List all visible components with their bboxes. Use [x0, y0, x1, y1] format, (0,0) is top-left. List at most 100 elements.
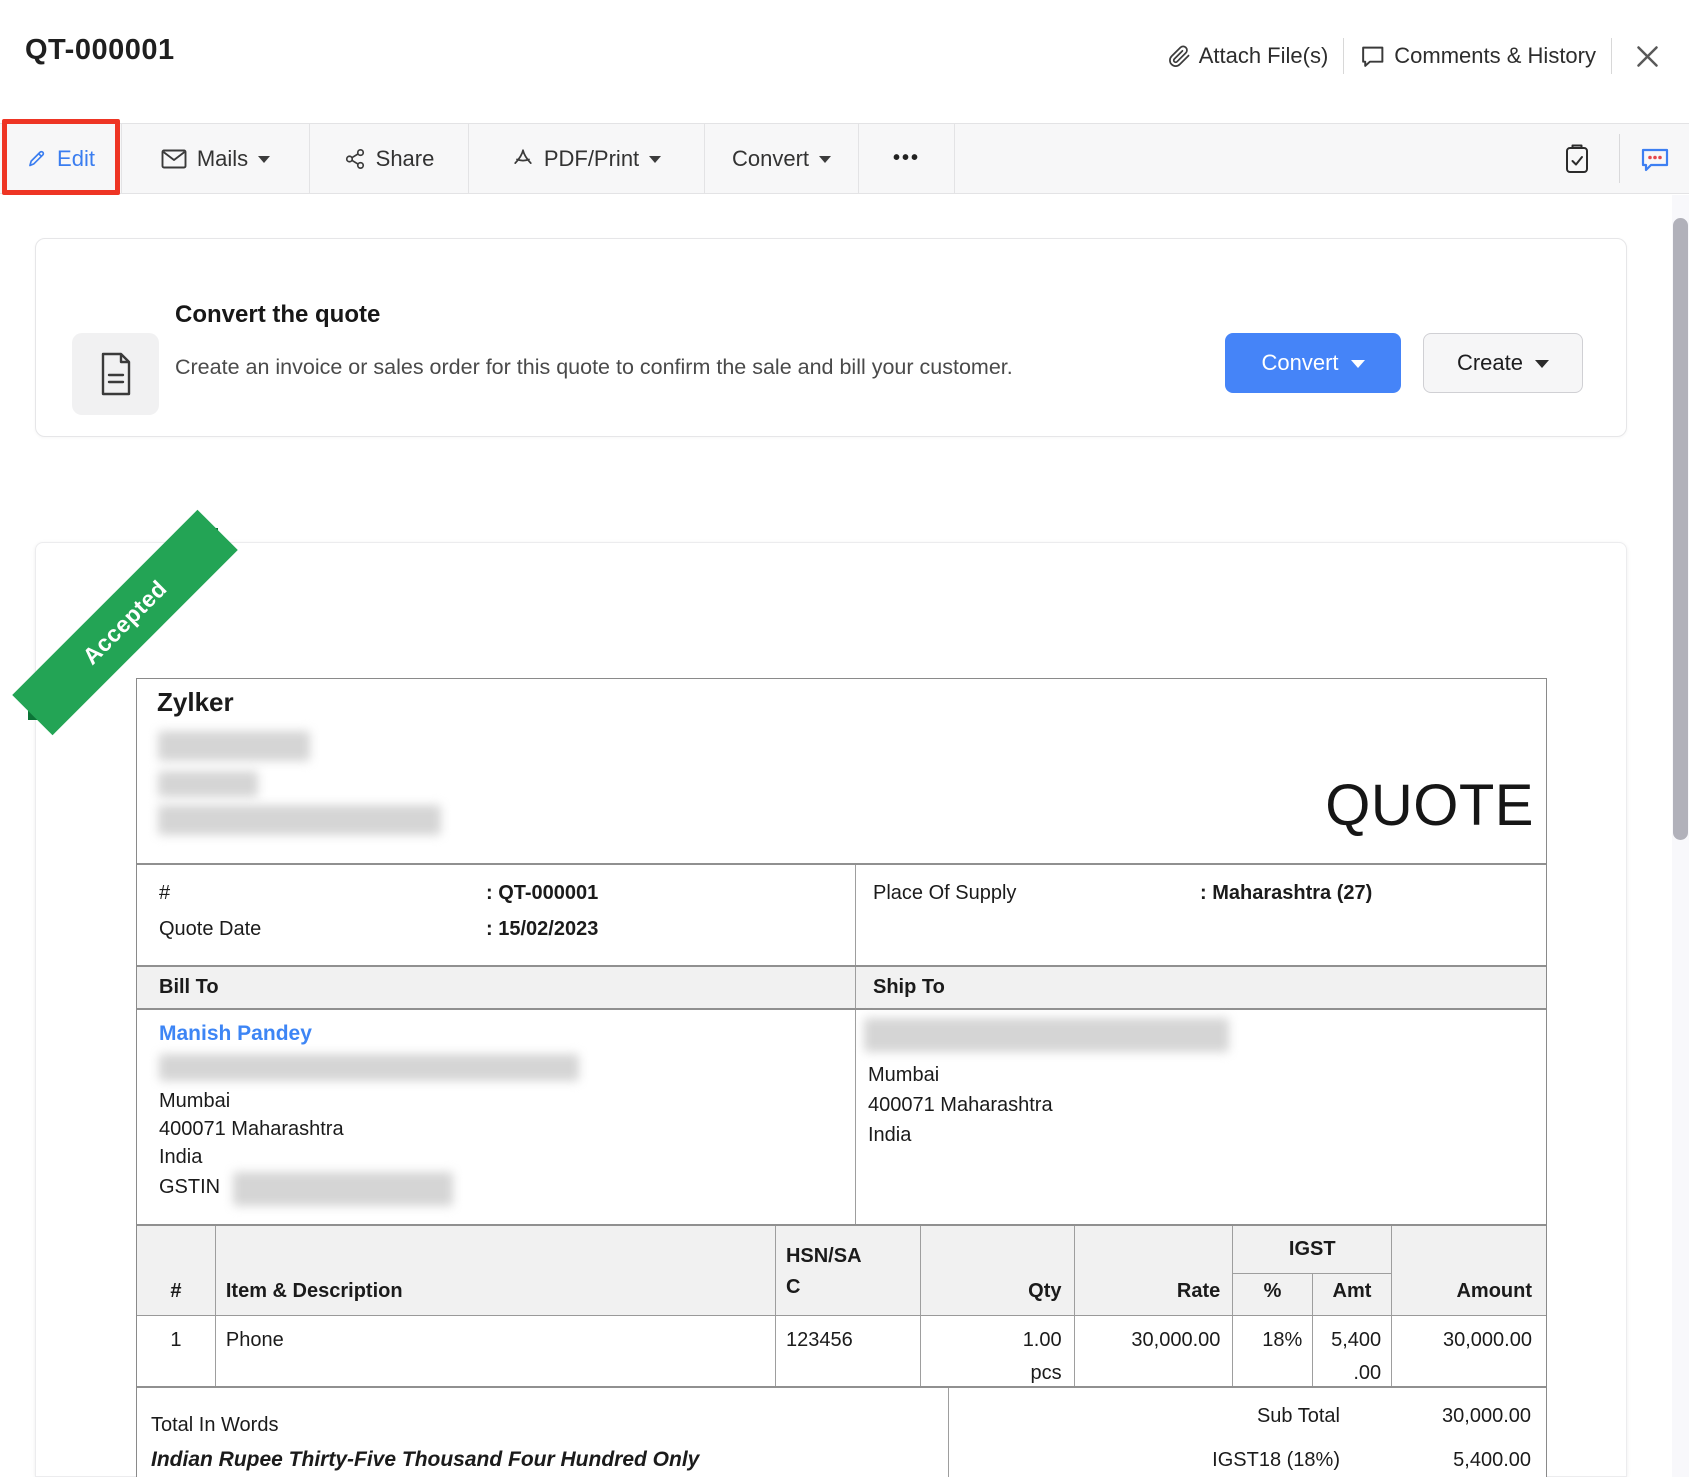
- paper-header: Zylker QUOTE: [137, 679, 1546, 865]
- place-of-supply-value: : Maharashtra (27): [1200, 882, 1373, 904]
- toolbar: Edit Mails Share PDF/Print Convert •••: [0, 123, 1689, 194]
- convert-menu-button[interactable]: Convert: [705, 124, 859, 193]
- gstin-label: GSTIN: [159, 1176, 221, 1198]
- quote-details-left: # : QT-000001 Quote Date : 15/02/2023: [137, 865, 856, 965]
- bill-to-country: India: [159, 1146, 203, 1168]
- pdf-print-button[interactable]: PDF/Print: [469, 124, 705, 193]
- create-button[interactable]: Create: [1423, 333, 1583, 393]
- column-igst-amt: Amt: [1332, 1280, 1372, 1302]
- igst-value: 5,400.00: [1453, 1448, 1531, 1471]
- more-actions-button[interactable]: •••: [859, 124, 955, 193]
- mails-button[interactable]: Mails: [122, 124, 310, 193]
- chevron-down-icon: [819, 156, 832, 163]
- convert-banner: Convert the quote Create an invoice or s…: [35, 238, 1627, 437]
- customer-name-link[interactable]: Manish Pandey: [159, 1022, 312, 1046]
- company-name: Zylker: [157, 687, 234, 717]
- close-icon: [1634, 43, 1661, 70]
- column-qty: Qty: [919, 1226, 1074, 1315]
- pencil-icon: [26, 148, 47, 169]
- chevron-down-icon: [1535, 360, 1550, 368]
- create-button-label: Create: [1456, 350, 1524, 375]
- share-icon: [344, 147, 366, 171]
- item-row: 1 Phone 123456 1.00 pcs 30,000.00 18% 5,…: [137, 1316, 1546, 1388]
- share-label: Share: [375, 145, 435, 171]
- subtotal-label: Sub Total: [1256, 1404, 1340, 1427]
- ship-to-city: Mumbai: [868, 1064, 940, 1086]
- pdf-print-label: PDF/Print: [543, 145, 640, 171]
- attach-files-button[interactable]: Attach File(s): [1168, 43, 1329, 69]
- column-amount: Amount: [1391, 1226, 1546, 1315]
- ship-to-country: India: [868, 1124, 912, 1146]
- redacted-address-line: [158, 805, 441, 835]
- bill-to-heading: Bill To: [137, 967, 856, 1008]
- item-igst-amt: 5,400 .00: [1312, 1316, 1391, 1386]
- ship-to-heading: Ship To: [873, 976, 945, 998]
- chevron-down-icon: [258, 156, 271, 163]
- convert-button[interactable]: Convert: [1225, 333, 1401, 393]
- envelope-icon: [161, 149, 187, 169]
- banner-description: Create an invoice or sales order for thi…: [175, 355, 1013, 379]
- share-button[interactable]: Share: [310, 124, 469, 193]
- totals-cell: Sub Total 30,000.00 IGST18 (18%) 5,400.0…: [949, 1388, 1546, 1477]
- header-bar: QT-000001 Attach File(s) Comments & Hist…: [0, 0, 1689, 112]
- header-actions: Attach File(s) Comments & History: [1168, 0, 1667, 112]
- bill-to-city: Mumbai: [159, 1090, 231, 1112]
- column-igst-group: IGST % Amt: [1232, 1226, 1392, 1315]
- item-igst-pct: 18%: [1232, 1316, 1312, 1386]
- chat-dots-icon: [1639, 144, 1671, 174]
- quote-details-right: Place Of Supply : Maharashtra (27): [856, 865, 1546, 965]
- item-igst-amt-line2: .00: [1353, 1362, 1382, 1384]
- item-sno: 1: [170, 1329, 182, 1351]
- quote-number-label: #: [159, 882, 171, 904]
- comment-bubble-icon: [1359, 44, 1386, 69]
- convert-label: Convert: [731, 145, 810, 171]
- attach-files-label: Attach File(s): [1198, 43, 1329, 68]
- chat-comments-button[interactable]: [1620, 124, 1689, 193]
- redacted-address-line: [159, 1054, 579, 1081]
- total-in-words-cell: Total In Words Indian Rupee Thirty-Five …: [137, 1388, 949, 1477]
- bill-to-block: Manish Pandey Mumbai 400071 Maharashtra …: [137, 1010, 856, 1224]
- place-of-supply-label: Place Of Supply: [873, 882, 1017, 904]
- quote-date-value: : 15/02/2023: [486, 918, 599, 940]
- banner-title: Convert the quote: [175, 301, 381, 328]
- items-table-header: # Item & Description HSN/SAC Qty Rate IG…: [137, 1226, 1546, 1316]
- mails-label: Mails: [196, 145, 249, 171]
- item-name: Phone: [214, 1316, 775, 1386]
- pdf-icon: [512, 148, 534, 170]
- quote-paper: Zylker QUOTE # : QT-000001 Quote Date : …: [136, 678, 1547, 1477]
- quote-details-section: # : QT-000001 Quote Date : 15/02/2023 Pl…: [137, 865, 1546, 967]
- subtotal-row: Sub Total 30,000.00: [949, 1394, 1546, 1438]
- address-section: Manish Pandey Mumbai 400071 Maharashtra …: [137, 1010, 1546, 1226]
- column-sno: #: [170, 1280, 182, 1302]
- item-qty-unit: pcs: [1030, 1362, 1062, 1384]
- comments-history-label: Comments & History: [1394, 43, 1596, 68]
- redacted-address-line: [864, 1018, 1229, 1052]
- igst-label: IGST18 (18%): [1212, 1448, 1340, 1471]
- document-icon-box: [72, 333, 159, 415]
- scrollbar-track[interactable]: [1672, 195, 1689, 1477]
- column-hsn-sac: HSN/SAC: [785, 1245, 862, 1298]
- quote-document-card: Zylker QUOTE # : QT-000001 Quote Date : …: [35, 542, 1627, 1477]
- quote-number-value: : QT-000001: [486, 882, 599, 904]
- edit-button[interactable]: Edit: [0, 124, 122, 193]
- tasks-clipboard-button[interactable]: [1535, 124, 1619, 193]
- item-rate: 30,000.00: [1073, 1316, 1233, 1386]
- ship-to-block: Mumbai 400071 Maharashtra India: [856, 1010, 1546, 1224]
- redacted-gstin-value: [233, 1172, 453, 1206]
- comments-history-button[interactable]: Comments & History: [1359, 43, 1596, 69]
- quote-detail-page: QT-000001 Attach File(s) Comments & Hist…: [0, 0, 1689, 1477]
- paperclip-icon: [1168, 44, 1191, 69]
- item-qty: 1.00 pcs: [919, 1316, 1074, 1386]
- billship-header-row: Bill To Ship To: [137, 967, 1546, 1010]
- scrollbar-thumb[interactable]: [1673, 218, 1688, 840]
- document-icon: [97, 351, 135, 397]
- close-button[interactable]: [1627, 36, 1667, 76]
- header-divider: [1611, 38, 1612, 74]
- ellipsis-icon: •••: [892, 147, 920, 169]
- quote-date-label: Quote Date: [159, 918, 262, 940]
- bill-to-state: 400071 Maharashtra: [159, 1118, 344, 1140]
- column-rate: Rate: [1073, 1226, 1233, 1315]
- redacted-address-line: [158, 731, 310, 761]
- total-in-words-label: Total In Words: [151, 1414, 279, 1436]
